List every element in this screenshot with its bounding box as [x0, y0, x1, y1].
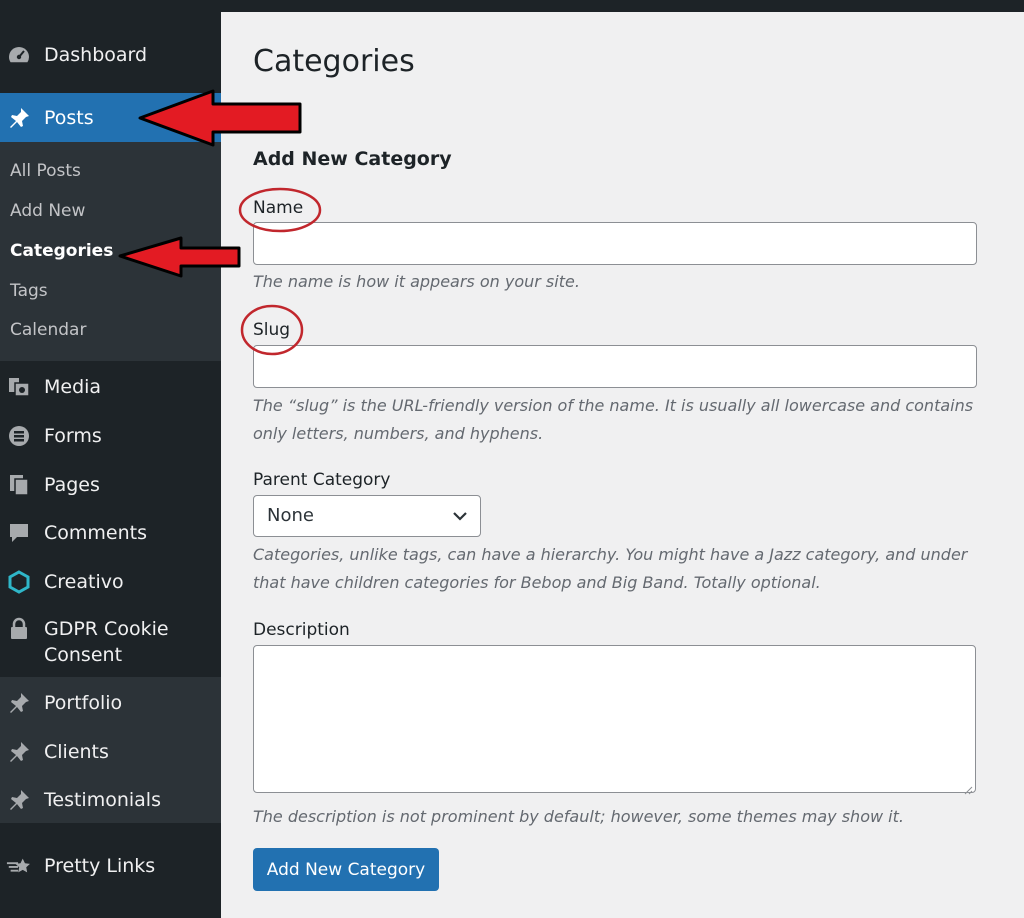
sidebar-item-portfolio[interactable]: Portfolio	[0, 688, 221, 718]
star-icon	[6, 853, 32, 879]
name-help-text: The name is how it appears on your site.	[253, 272, 580, 291]
parent-help-text-line1: Categories, unlike tags, can have a hier…	[253, 545, 968, 564]
sidebar-item-pages[interactable]: Pages	[0, 470, 221, 500]
sidebar-item-testimonials[interactable]: Testimonials	[0, 785, 221, 815]
sidebar-item-label: Dashboard	[44, 44, 148, 66]
name-input[interactable]	[253, 222, 977, 265]
sidebar-item-creativo[interactable]: Creativo	[0, 567, 221, 597]
parent-category-selected: None	[267, 505, 314, 526]
parent-category-label: Parent Category	[253, 470, 391, 490]
resize-grip-icon[interactable]	[963, 780, 973, 795]
sidebar-item-label: Posts	[44, 106, 94, 129]
sidebar-item-label: Pretty Links	[44, 855, 156, 877]
page-title: Categories	[253, 44, 415, 79]
description-textarea[interactable]	[253, 645, 976, 795]
submenu-item-tags[interactable]: Tags	[10, 281, 48, 301]
sidebar-item-clients[interactable]: Clients	[0, 737, 221, 767]
sidebar-item-label: GDPR Cookie	[44, 618, 169, 640]
sidebar-item-label: Pages	[44, 474, 100, 496]
submenu-item-add-new[interactable]: Add New	[10, 201, 85, 221]
sidebar-item-label: Creativo	[44, 571, 124, 593]
sidebar-item-label: Media	[44, 376, 102, 398]
pin-icon	[6, 105, 32, 131]
forms-icon	[6, 423, 32, 449]
parent-help-text-line2: that have children categories for Bebop …	[253, 573, 821, 592]
submenu-item-all-posts[interactable]: All Posts	[10, 161, 81, 181]
sidebar-item-comments[interactable]: Comments	[0, 518, 221, 548]
parent-category-select[interactable]: None	[253, 495, 481, 537]
sidebar-item-pretty-links[interactable]: Pretty Links	[0, 851, 221, 881]
pages-icon	[6, 472, 32, 498]
pin-icon	[6, 739, 32, 765]
name-label: Name	[253, 198, 304, 218]
sidebar-item-label: Testimonials	[44, 789, 161, 811]
admin-top-bar	[0, 0, 1024, 12]
sidebar-item-dashboard[interactable]: Dashboard	[0, 40, 221, 70]
pin-icon	[6, 787, 32, 813]
dashboard-icon	[6, 42, 32, 68]
main-content: Categories Add New Category Name The nam…	[221, 12, 1024, 918]
description-label: Description	[253, 620, 350, 640]
sidebar-item-label-line2: Consent	[44, 644, 123, 666]
hexagon-icon	[6, 569, 32, 595]
sidebar-item-label: Comments	[44, 522, 147, 544]
sidebar-item-gdpr-cookie-consent[interactable]: GDPR Cookie Consent	[0, 616, 221, 668]
comment-icon	[6, 520, 32, 546]
chevron-down-icon	[452, 508, 468, 524]
sidebar-item-label: Portfolio	[44, 692, 123, 714]
submenu-item-calendar[interactable]: Calendar	[10, 320, 86, 340]
admin-sidebar: Dashboard Posts All Posts Add New Catego…	[0, 12, 221, 918]
media-icon	[6, 374, 32, 400]
sidebar-item-label: Clients	[44, 741, 109, 763]
section-title: Add New Category	[253, 148, 452, 170]
add-new-category-button[interactable]: Add New Category	[253, 848, 439, 891]
description-help-text: The description is not prominent by defa…	[253, 807, 904, 826]
lock-icon	[6, 616, 32, 642]
sidebar-item-media[interactable]: Media	[0, 372, 221, 402]
slug-input[interactable]	[253, 345, 977, 388]
sidebar-item-posts[interactable]: Posts	[0, 93, 221, 142]
sidebar-item-label: Forms	[44, 425, 102, 447]
submenu-item-categories[interactable]: Categories	[10, 241, 113, 261]
slug-label: Slug	[253, 320, 291, 340]
sidebar-item-forms[interactable]: Forms	[0, 421, 221, 451]
slug-help-text-line1: The “slug” is the URL-friendly version o…	[253, 396, 974, 415]
pin-icon	[6, 690, 32, 716]
slug-help-text-line2: only letters, numbers, and hyphens.	[253, 424, 544, 443]
